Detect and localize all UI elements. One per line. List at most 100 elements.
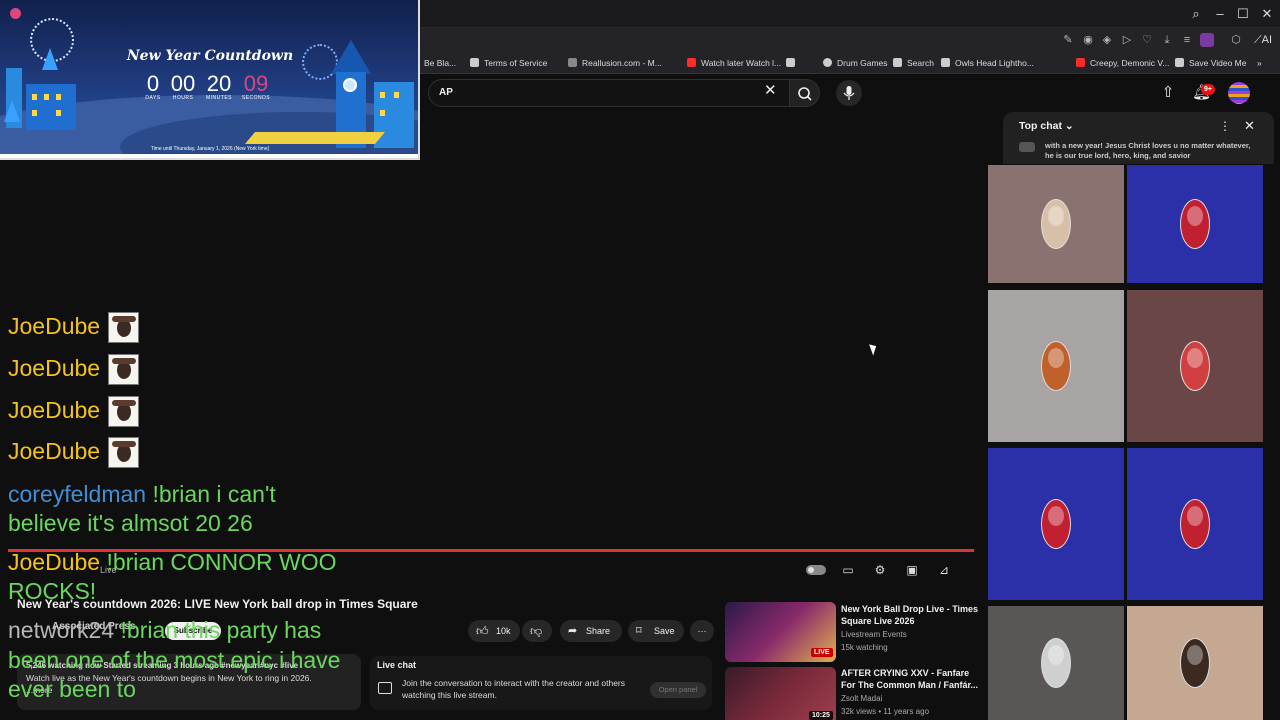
overlay-chat-message: JoeDube bbox=[8, 437, 140, 469]
overlay-chat-message: JoeDube !brian CONNOR WOO bbox=[8, 548, 337, 577]
maximize-icon[interactable]: ☐ bbox=[1234, 5, 1252, 23]
window-graphic bbox=[394, 92, 399, 98]
participant-video-tile[interactable] bbox=[988, 290, 1124, 442]
extension-icon[interactable] bbox=[1200, 33, 1214, 47]
search-tabs-icon[interactable]: ⌕ bbox=[1187, 5, 1205, 23]
top-chat-dropdown[interactable]: Top chat ⌄ bbox=[1019, 120, 1074, 132]
voice-search-button[interactable] bbox=[836, 80, 862, 106]
subtitles-icon[interactable]: ▭ bbox=[839, 562, 857, 578]
participant-avatar bbox=[1041, 638, 1071, 688]
bookmark-item[interactable]: Watch later Watch l... bbox=[687, 56, 781, 70]
bookmark-item[interactable]: Creepy, Demonic V... bbox=[1076, 56, 1169, 70]
bookmark-item[interactable]: Be Bla... bbox=[424, 56, 456, 70]
recording-dot-icon bbox=[10, 8, 21, 19]
cube-icon[interactable]: ⬡ bbox=[1229, 33, 1243, 47]
menu-icon[interactable]: ≡ bbox=[1180, 33, 1194, 47]
window-graphic bbox=[56, 110, 61, 116]
chat-text: !brian this party has bbox=[120, 617, 322, 643]
upload-icon[interactable]: ⇧ bbox=[1159, 84, 1177, 102]
minutes-label: MINUTES bbox=[206, 95, 232, 101]
seconds-label: SECONDS bbox=[241, 95, 271, 101]
code-icon bbox=[568, 58, 577, 67]
tree-graphic bbox=[4, 100, 20, 122]
recommended-video-title[interactable]: New York Ball Drop Live - Times bbox=[841, 604, 978, 615]
youtube-icon bbox=[1076, 58, 1085, 67]
page-icon bbox=[941, 58, 950, 67]
bookmark-item[interactable]: Save Video Me bbox=[1175, 56, 1247, 70]
participant-video-tile[interactable] bbox=[1127, 448, 1263, 600]
bookmark-item[interactable]: Reallusion.com - M... bbox=[568, 56, 662, 70]
play-icon[interactable]: ▷ bbox=[1120, 33, 1134, 47]
participant-video-tile[interactable] bbox=[1127, 165, 1263, 283]
search-button[interactable] bbox=[790, 79, 820, 107]
hours-label: HOURS bbox=[172, 95, 194, 101]
recommended-video-title[interactable]: AFTER CRYING XXV - Fanfare bbox=[841, 668, 969, 679]
live-chat-prompt: Join the conversation to interact with t… bbox=[402, 678, 626, 700]
settings-gear-icon[interactable]: ⚙ bbox=[871, 562, 889, 578]
participant-video-tile[interactable] bbox=[988, 165, 1124, 283]
share-label: Share bbox=[586, 626, 611, 636]
download-icon[interactable]: ⤓ bbox=[1160, 33, 1174, 47]
save-button[interactable]: ⌑ Save bbox=[628, 620, 684, 642]
participant-video-tile[interactable] bbox=[988, 448, 1124, 600]
participant-avatar bbox=[1180, 341, 1210, 391]
youtube-icon bbox=[687, 58, 696, 67]
edit-icon[interactable]: ✎ bbox=[1061, 33, 1075, 47]
heart-icon[interactable]: ♡ bbox=[1140, 33, 1154, 47]
clear-search-icon[interactable]: ✕ bbox=[764, 81, 777, 99]
open-panel-button[interactable]: Open panel bbox=[650, 682, 706, 698]
thumbs-down-icon: 👎︎ bbox=[530, 624, 543, 638]
bookmark-item[interactable] bbox=[786, 56, 800, 70]
countdown-footer: Time until Thursday, January 1, 2026 (Ne… bbox=[150, 146, 270, 152]
moose-emote-icon bbox=[108, 437, 140, 469]
recommended-video-title-line2[interactable]: Square Live 2026 bbox=[841, 616, 915, 627]
like-button[interactable]: 👍︎ 10k bbox=[468, 620, 520, 642]
bookmark-item[interactable]: Terms of Service bbox=[470, 56, 547, 70]
chat-text: !brian CONNOR WOO bbox=[106, 549, 337, 575]
more-bookmarks-icon[interactable]: » bbox=[1257, 56, 1262, 70]
overlay-chat-message-continuation: ever been to bbox=[8, 675, 136, 704]
participant-avatar bbox=[1180, 638, 1210, 688]
window-graphic bbox=[380, 110, 385, 116]
search-input[interactable]: AP bbox=[428, 79, 790, 107]
bookmark-item[interactable]: Owls Head Lightho... bbox=[941, 56, 1034, 70]
dislike-button[interactable]: 👎︎ bbox=[522, 620, 552, 642]
chat-text: been one of the most epic i have bbox=[8, 647, 341, 673]
bookmark-item[interactable]: Drum Games bbox=[823, 56, 888, 70]
participant-avatar bbox=[1041, 341, 1071, 391]
clock-icon bbox=[343, 78, 357, 92]
chat-menu-icon[interactable]: ⋮ bbox=[1219, 119, 1231, 133]
overlay-chat-message: coreyfeldman !brian i can't bbox=[8, 480, 276, 509]
autoplay-toggle[interactable] bbox=[806, 565, 826, 575]
recommended-views: 15k watching bbox=[841, 643, 888, 652]
overlay-chat-message-continuation: been one of the most epic i have bbox=[8, 646, 340, 675]
camera-icon[interactable]: ◉ bbox=[1081, 33, 1095, 47]
close-chat-icon[interactable]: ✕ bbox=[1244, 118, 1255, 134]
shield-icon[interactable]: ◈ bbox=[1100, 33, 1114, 47]
share-arrow-icon: ➦ bbox=[568, 625, 578, 637]
participant-video-tile[interactable] bbox=[988, 606, 1124, 720]
participant-video-tile[interactable] bbox=[1127, 606, 1263, 720]
countdown-seconds: 09 bbox=[243, 71, 269, 96]
close-window-icon[interactable]: ✕ bbox=[1258, 5, 1276, 23]
ai-button[interactable]: ⟋AI bbox=[1250, 33, 1276, 47]
recommended-channel: Livestream Events bbox=[841, 630, 907, 639]
title-line: For The Common Man / Fanfár... bbox=[841, 680, 979, 690]
participant-avatar bbox=[1041, 499, 1071, 549]
participant-avatar bbox=[1180, 199, 1210, 249]
account-avatar[interactable] bbox=[1228, 82, 1250, 104]
more-actions-icon[interactable]: ··· bbox=[690, 620, 714, 642]
participant-video-tile[interactable] bbox=[1127, 290, 1263, 442]
recommended-channel: Zsolt Madai bbox=[841, 694, 883, 703]
cast-icon[interactable]: ⊿ bbox=[935, 562, 953, 578]
bookmark-item[interactable]: Search bbox=[893, 56, 934, 70]
minimize-icon[interactable]: – bbox=[1211, 5, 1229, 23]
search-icon bbox=[798, 87, 812, 101]
bookmark-label: Search bbox=[907, 58, 934, 68]
recommended-video-title-line2[interactable]: For The Common Man / Fanfár... bbox=[841, 680, 978, 691]
share-button[interactable]: ➦ Share bbox=[560, 620, 622, 642]
duration-badge: 10:25 bbox=[809, 711, 833, 720]
miniplayer-icon[interactable]: ▣ bbox=[903, 562, 921, 578]
participant-avatar bbox=[1041, 199, 1071, 249]
house-graphic bbox=[374, 82, 414, 148]
